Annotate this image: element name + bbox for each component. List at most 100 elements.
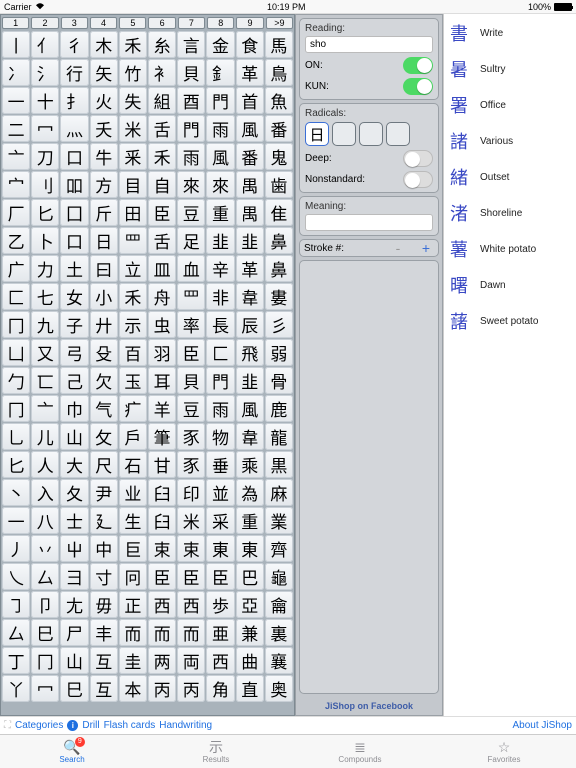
radical-cell[interactable]: 口 xyxy=(60,227,88,254)
radical-cell[interactable]: 臣 xyxy=(148,563,176,590)
radical-cell[interactable]: 日 xyxy=(90,227,118,254)
radical-cell[interactable]: 勹 xyxy=(2,367,30,394)
radical-cell[interactable]: 馬 xyxy=(265,31,293,58)
radical-cell[interactable]: 鳥 xyxy=(265,59,293,86)
radical-cell[interactable]: 食 xyxy=(236,31,264,58)
radical-cell[interactable]: 舟 xyxy=(148,283,176,310)
radical-cell[interactable]: 番 xyxy=(265,115,293,142)
radical-cell[interactable]: 土 xyxy=(60,255,88,282)
radical-cell[interactable]: 臼 xyxy=(148,507,176,534)
radical-cell[interactable]: 釆 xyxy=(119,143,147,170)
radical-cell[interactable]: 一 xyxy=(2,87,30,114)
radical-cell[interactable]: 束 xyxy=(148,535,176,562)
radical-cell[interactable]: 丁 xyxy=(2,647,30,674)
radical-cell[interactable]: 丶 xyxy=(2,479,30,506)
radical-cell[interactable]: ㇆ xyxy=(2,591,30,618)
result-row[interactable]: 書Write xyxy=(448,20,572,46)
radical-cell[interactable]: 失 xyxy=(119,87,147,114)
radical-cell[interactable]: 來 xyxy=(206,171,234,198)
radical-cell[interactable]: 血 xyxy=(177,255,205,282)
radical-cell[interactable]: 齊 xyxy=(265,535,293,562)
radical-cell[interactable]: 行 xyxy=(60,59,88,86)
radical-cell[interactable]: 米 xyxy=(177,507,205,534)
radical-cell[interactable]: 夂 xyxy=(60,479,88,506)
reading-input[interactable] xyxy=(305,36,433,53)
radical-cell[interactable]: 雨 xyxy=(206,115,234,142)
radical-cell[interactable]: 革 xyxy=(236,255,264,282)
radical-cell[interactable]: 麻 xyxy=(265,479,293,506)
radical-slot-2[interactable] xyxy=(332,122,356,146)
radical-cell[interactable]: 禺 xyxy=(236,199,264,226)
radical-cell[interactable]: 亠 xyxy=(2,143,30,170)
radical-cell[interactable]: 彡 xyxy=(265,311,293,338)
radical-cell[interactable]: 鼻 xyxy=(265,255,293,282)
radical-cell[interactable]: 弱 xyxy=(265,339,293,366)
radical-cell[interactable]: 方 xyxy=(90,171,118,198)
radical-cell[interactable]: 並 xyxy=(206,479,234,506)
result-row[interactable]: 緒Outset xyxy=(448,164,572,190)
radical-cell[interactable]: 自 xyxy=(148,171,176,198)
categories-icon[interactable]: ⛶ xyxy=(4,720,11,731)
radical-cell[interactable]: 丷 xyxy=(31,535,59,562)
radical-cell[interactable]: 而 xyxy=(119,619,147,646)
radical-cell[interactable]: 亻 xyxy=(31,31,59,58)
radical-cell[interactable]: 冂 xyxy=(2,311,30,338)
radical-slot-4[interactable] xyxy=(386,122,410,146)
radical-cell[interactable]: 臣 xyxy=(177,563,205,590)
radical-cell[interactable]: 業 xyxy=(265,507,293,534)
radical-cell[interactable]: 百 xyxy=(119,339,147,366)
radical-cell[interactable]: 禾 xyxy=(119,31,147,58)
radical-cell[interactable]: 凵 xyxy=(2,339,30,366)
radical-cell[interactable]: 廴 xyxy=(90,507,118,534)
radical-cell[interactable]: 罒 xyxy=(177,283,205,310)
radical-cell[interactable]: 入 xyxy=(31,479,59,506)
radical-cell[interactable]: 東 xyxy=(206,535,234,562)
radical-cell[interactable]: 斤 xyxy=(90,199,118,226)
radical-cell[interactable]: 丨 xyxy=(2,31,30,58)
radical-cell[interactable]: 風 xyxy=(236,115,264,142)
radical-cell[interactable]: 筆 xyxy=(148,423,176,450)
radical-cell[interactable]: 米 xyxy=(119,115,147,142)
radical-cell[interactable]: 亠 xyxy=(31,395,59,422)
radical-cell[interactable]: 又 xyxy=(31,339,59,366)
meaning-input[interactable] xyxy=(305,214,433,231)
radical-cell[interactable]: 厶 xyxy=(31,563,59,590)
radical-cell[interactable]: 十 xyxy=(31,87,59,114)
radical-cell[interactable]: 豕 xyxy=(177,451,205,478)
radical-cell[interactable]: 雨 xyxy=(206,395,234,422)
radical-cell[interactable]: 丙 xyxy=(177,675,205,702)
radical-cell[interactable]: 一 xyxy=(2,507,30,534)
radical-cell[interactable]: 長 xyxy=(206,311,234,338)
radical-cell[interactable]: 殳 xyxy=(90,339,118,366)
radical-cell[interactable]: 欠 xyxy=(90,367,118,394)
radical-cell[interactable]: 而 xyxy=(177,619,205,646)
radical-cell[interactable]: 衤 xyxy=(148,59,176,86)
radical-cell[interactable]: 厂 xyxy=(2,199,30,226)
radical-cell[interactable]: 襄 xyxy=(265,647,293,674)
radical-cell[interactable]: 來 xyxy=(177,171,205,198)
radical-cell[interactable]: 火 xyxy=(90,87,118,114)
radical-cell[interactable]: 矢 xyxy=(90,59,118,86)
radical-cell[interactable]: 氵 xyxy=(31,59,59,86)
radical-cell[interactable]: 匚 xyxy=(2,283,30,310)
on-toggle[interactable] xyxy=(403,57,433,74)
radical-cell[interactable]: 小 xyxy=(90,283,118,310)
radical-cell[interactable]: 兼 xyxy=(236,619,264,646)
rad-col-8[interactable]: 8 xyxy=(207,17,234,29)
radical-cell[interactable]: 牛 xyxy=(90,143,118,170)
tab-compounds[interactable]: ≣ Compounds xyxy=(288,735,432,768)
radical-cell[interactable]: 耳 xyxy=(148,367,176,394)
radical-cell[interactable]: 韭 xyxy=(206,227,234,254)
radical-cell[interactable]: 巳 xyxy=(60,675,88,702)
radical-cell[interactable]: 韋 xyxy=(236,423,264,450)
radical-cell[interactable]: 廾 xyxy=(90,311,118,338)
radical-cell[interactable]: 本 xyxy=(119,675,147,702)
radical-cell[interactable]: 宀 xyxy=(2,171,30,198)
radical-cell[interactable]: 立 xyxy=(119,255,147,282)
radical-cell[interactable]: 乀 xyxy=(2,563,30,590)
radical-cell[interactable]: 生 xyxy=(119,507,147,534)
radical-cell[interactable]: 鹿 xyxy=(265,395,293,422)
radical-cell[interactable]: 匚 xyxy=(206,339,234,366)
radical-cell[interactable]: 東 xyxy=(236,535,264,562)
radical-cell[interactable]: 巾 xyxy=(60,395,88,422)
